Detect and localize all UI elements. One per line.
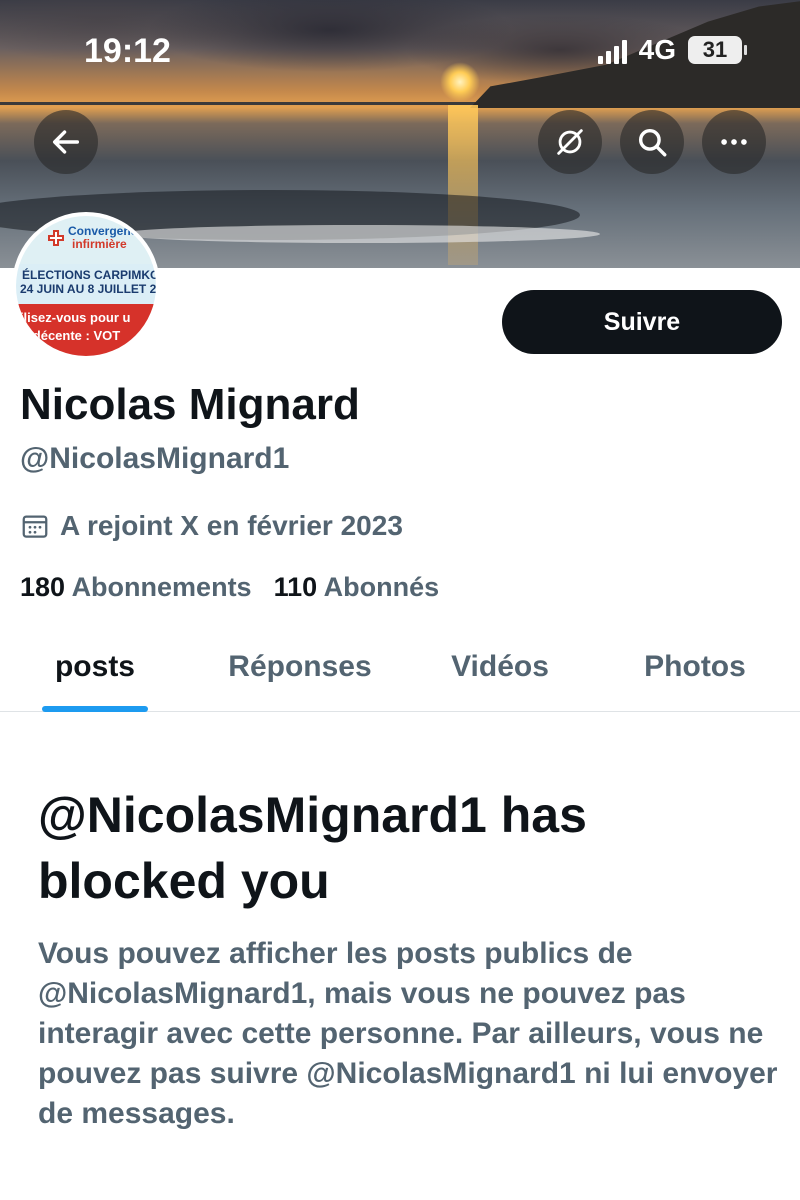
status-time: 19:12 bbox=[84, 32, 171, 70]
follow-button[interactable]: Suivre bbox=[502, 290, 782, 354]
medical-cross-icon bbox=[48, 230, 64, 246]
more-horizontal-icon bbox=[721, 139, 747, 145]
following-label: Abonnements bbox=[71, 572, 252, 602]
avatar-cta-line1: bilisez-vous pour u bbox=[12, 310, 131, 325]
grok-button[interactable] bbox=[538, 110, 602, 174]
status-indicators: 4G 31 bbox=[597, 34, 747, 66]
back-button[interactable] bbox=[34, 110, 98, 174]
banner-sun bbox=[440, 62, 480, 102]
following-count: 180 bbox=[20, 572, 66, 602]
more-button[interactable] bbox=[702, 110, 766, 174]
banner-foam bbox=[120, 225, 600, 243]
join-date-text: A rejoint X en février 2023 bbox=[60, 510, 403, 541]
tab-photos[interactable]: Photos bbox=[612, 640, 778, 712]
following-link[interactable]: 180 Abonnements bbox=[20, 572, 252, 603]
arrow-left-icon bbox=[52, 130, 80, 154]
join-date: A rejoint X en février 2023 bbox=[20, 510, 403, 542]
search-icon bbox=[638, 128, 667, 157]
grok-icon bbox=[557, 129, 583, 155]
profile-tabs: posts Réponses Vidéos Photos bbox=[0, 640, 800, 712]
followers-link[interactable]: 110 Abonnés bbox=[274, 572, 440, 603]
network-type: 4G bbox=[638, 34, 676, 65]
tab-replies[interactable]: Réponses bbox=[200, 640, 400, 712]
battery-icon: 31 bbox=[688, 36, 747, 64]
followers-label: Abonnés bbox=[323, 572, 440, 602]
avatar-brand-line2: infirmière bbox=[72, 237, 127, 251]
battery-level: 31 bbox=[702, 37, 728, 62]
avatar-election-dates: 24 JUIN AU 8 JUILLET 202 bbox=[20, 282, 160, 296]
profile-stats: 180 Abonnements 110 Abonnés bbox=[20, 572, 439, 603]
signal-icon bbox=[597, 36, 627, 64]
avatar-election-title: ÉLECTIONS CARPIMKO bbox=[22, 268, 160, 282]
calendar-icon bbox=[22, 515, 48, 538]
search-button[interactable] bbox=[620, 110, 684, 174]
tab-posts[interactable]: posts bbox=[20, 640, 170, 712]
profile-handle: @NicolasMignard1 bbox=[20, 442, 290, 475]
tab-videos[interactable]: Vidéos bbox=[420, 640, 580, 712]
active-tab-indicator bbox=[42, 706, 148, 712]
display-name: Nicolas Mignard bbox=[20, 380, 360, 429]
followers-count: 110 bbox=[273, 572, 318, 602]
avatar-cta-line2: ite décente : VOT bbox=[14, 328, 121, 343]
blocked-description: Vous pouvez afficher les posts publics d… bbox=[38, 937, 778, 1130]
avatar-brand-line1: Convergence bbox=[68, 224, 145, 238]
blocked-title: @NicolasMignard1 has blocked you bbox=[38, 787, 587, 909]
profile-avatar[interactable]: Convergence infirmière ÉLECTIONS CARPIMK… bbox=[12, 212, 160, 360]
